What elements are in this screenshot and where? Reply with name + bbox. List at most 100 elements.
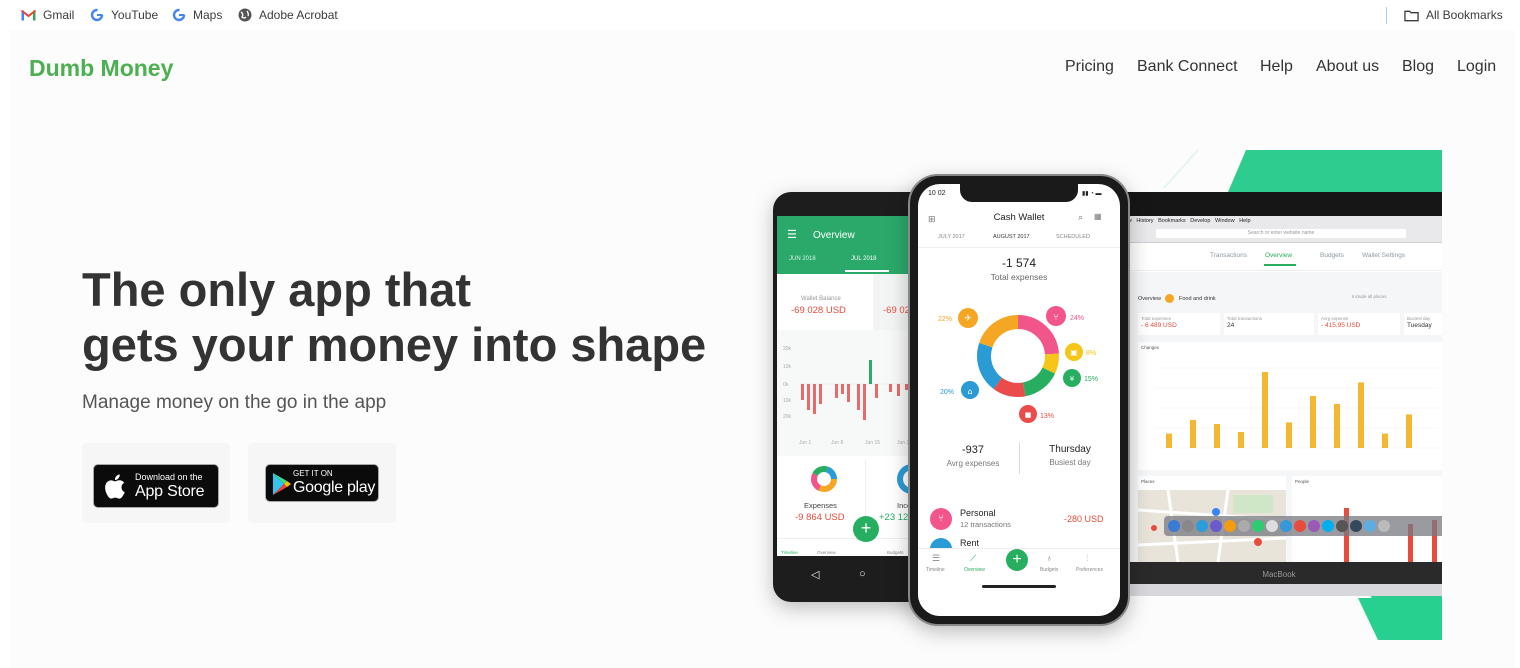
laptop-chart-bar — [1262, 372, 1268, 448]
home-indicator — [982, 585, 1056, 588]
status-icons: ▮▮ ◔ ▬ — [1082, 191, 1102, 197]
laptop-chart-bar — [1406, 414, 1412, 448]
android-nav-item[interactable]: Budgets — [887, 550, 904, 555]
laptop-tab-underline — [1264, 264, 1296, 266]
iphone-tab-active[interactable]: AUGUST 2017 — [993, 234, 1030, 240]
laptop-menu-item: Window — [1215, 218, 1235, 224]
bookmark-youtube[interactable]: YouTube — [89, 7, 158, 23]
segment-label: 20% — [940, 389, 954, 396]
segment-label: 13% — [1040, 413, 1054, 420]
segment-label: 8% — [1086, 350, 1096, 357]
laptop-url-bar: Search or enter website name — [1156, 229, 1406, 238]
nav-login[interactable]: Login — [1457, 58, 1496, 76]
google-play-button[interactable]: GET IT ON Google play — [265, 464, 379, 502]
android-add-button[interactable]: + — [853, 516, 879, 542]
android-nav-item[interactable]: Timeline — [781, 550, 798, 555]
svg-text:■: ■ — [1025, 411, 1032, 419]
iphone-nav-item[interactable]: Budgets — [1040, 567, 1058, 573]
iphone-nav-item-active[interactable]: Overview — [964, 567, 985, 573]
laptop-stat-label: Total expenses — [1141, 316, 1172, 321]
iphone-tab[interactable]: JULY 2017 — [938, 234, 965, 240]
calendar-icon[interactable]: ▦ — [1094, 212, 1102, 221]
busiest-day-value: Thursday — [1049, 444, 1091, 455]
x-tick: Jun 15 — [865, 440, 880, 446]
category-value: -280 USD — [1064, 514, 1104, 524]
laptop-app-body: Overview Food and drink Include all plac… — [1116, 272, 1442, 563]
nav-about-us[interactable]: About us — [1316, 58, 1379, 76]
svg-text:⌂: ⌂ — [967, 387, 972, 396]
category-row[interactable]: ⑂ Personal 12 transactions -280 USD — [918, 506, 1120, 536]
svg-text:⑂: ⑂ — [1053, 313, 1058, 323]
laptop-chart-bar — [1310, 396, 1316, 448]
total-expenses-value: -1 574 — [1001, 256, 1037, 270]
laptop-dock — [1164, 516, 1442, 536]
bookmark-label: Gmail — [43, 8, 75, 22]
laptop-stat-card: Avrg expense - 415,95 USD — [1318, 313, 1400, 335]
overview-icon: ⟋ — [970, 553, 977, 563]
iphone-add-button[interactable]: + — [1006, 549, 1028, 571]
laptop-chart-bar — [1286, 422, 1292, 448]
search-icon[interactable]: ⌕ — [1078, 212, 1083, 223]
app-store-button[interactable]: Download on the App Store — [93, 464, 219, 508]
laptop-chart-bar — [1334, 404, 1340, 448]
iphone-time: 10 02 — [928, 190, 946, 197]
iphone-nav-item[interactable]: Preferences — [1076, 567, 1103, 573]
stats-divider — [1019, 442, 1020, 474]
app-store-big-text: App Store — [135, 483, 205, 500]
nav-help[interactable]: Help — [1260, 58, 1293, 76]
svg-text:▣: ▣ — [1070, 348, 1078, 357]
iphone-nav-item[interactable]: Timeline — [926, 567, 945, 573]
laptop-stat-card: Total transactions 24 — [1224, 313, 1314, 335]
google-play-tile: GET IT ON Google play — [248, 443, 396, 523]
google-icon — [89, 8, 104, 23]
home-icon[interactable]: ○ — [859, 568, 866, 580]
iphone-tab[interactable]: SCHEDULED — [1056, 234, 1090, 240]
laptop-filter: Include all places — [1352, 294, 1387, 299]
wallet-balance-value-2: -69 02 — [883, 305, 910, 316]
iphone-notch — [960, 184, 1078, 202]
wallet-balance-value: -69 028 USD — [791, 305, 846, 316]
axis-tick: 20k — [783, 346, 792, 352]
category-name: Rent — [960, 538, 980, 548]
android-nav-item[interactable]: Overview — [817, 550, 836, 555]
bookmark-maps[interactable]: Maps — [171, 7, 222, 23]
bookmarks-bar: Gmail YouTube Maps Adobe Acrobat All Boo… — [0, 0, 1520, 30]
laptop: View History Bookmarks Develop Window He… — [1108, 192, 1442, 596]
laptop-menu-item: History — [1136, 218, 1154, 224]
laptop-tab-active: Overview — [1265, 252, 1293, 259]
laptop-chart-bar — [1190, 420, 1196, 448]
android-tab-active: JUL 2018 — [851, 256, 877, 262]
x-tick: Jun 8 — [831, 440, 843, 446]
back-icon[interactable]: ◁ — [811, 568, 819, 581]
laptop-breadcrumb-item: Food and drink — [1178, 295, 1216, 302]
bookmarks-divider — [1386, 7, 1387, 24]
axis-tick: 10k — [783, 398, 792, 404]
bookmark-gmail[interactable]: Gmail — [21, 7, 74, 23]
bookmark-adobe-acrobat[interactable]: Adobe Acrobat — [237, 7, 338, 23]
axis-tick: 10k — [783, 364, 792, 370]
site-logo[interactable]: Dumb Money — [29, 55, 173, 82]
laptop-stat-card: Busiest day Tuesday — [1404, 313, 1442, 335]
laptop-tab: Budgets — [1320, 252, 1344, 259]
laptop-brand: MacBook — [1262, 570, 1296, 579]
segment-label: 24% — [1070, 315, 1084, 322]
bookmark-label: Adobe Acrobat — [259, 8, 338, 22]
budgets-icon: ♁ — [1046, 553, 1053, 563]
laptop-stat-value: - 6 489 USD — [1141, 322, 1177, 329]
laptop-stat-card: Total expenses - 6 489 USD — [1138, 313, 1220, 335]
all-bookmarks-button[interactable]: All Bookmarks — [1404, 7, 1503, 23]
busiest-day-block: Thursday Busiest day — [1022, 444, 1118, 467]
apple-icon — [105, 474, 125, 499]
google-play-small-text: GET IT ON — [293, 469, 333, 478]
laptop-tab: Wallet Settings — [1362, 252, 1406, 259]
timeline-icon: ☰ — [932, 553, 941, 563]
gmail-icon — [21, 8, 36, 23]
nav-pricing[interactable]: Pricing — [1065, 58, 1114, 76]
google-play-icon — [273, 473, 291, 495]
nav-blog[interactable]: Blog — [1402, 58, 1434, 76]
nav-bank-connect[interactable]: Bank Connect — [1137, 58, 1238, 76]
rent-icon — [930, 538, 952, 548]
avg-expenses-label: Avrg expenses — [946, 459, 1000, 468]
preferences-icon: ⫶ — [1086, 553, 1089, 563]
app-mockup-image: View History Bookmarks Develop Window He… — [758, 148, 1458, 640]
